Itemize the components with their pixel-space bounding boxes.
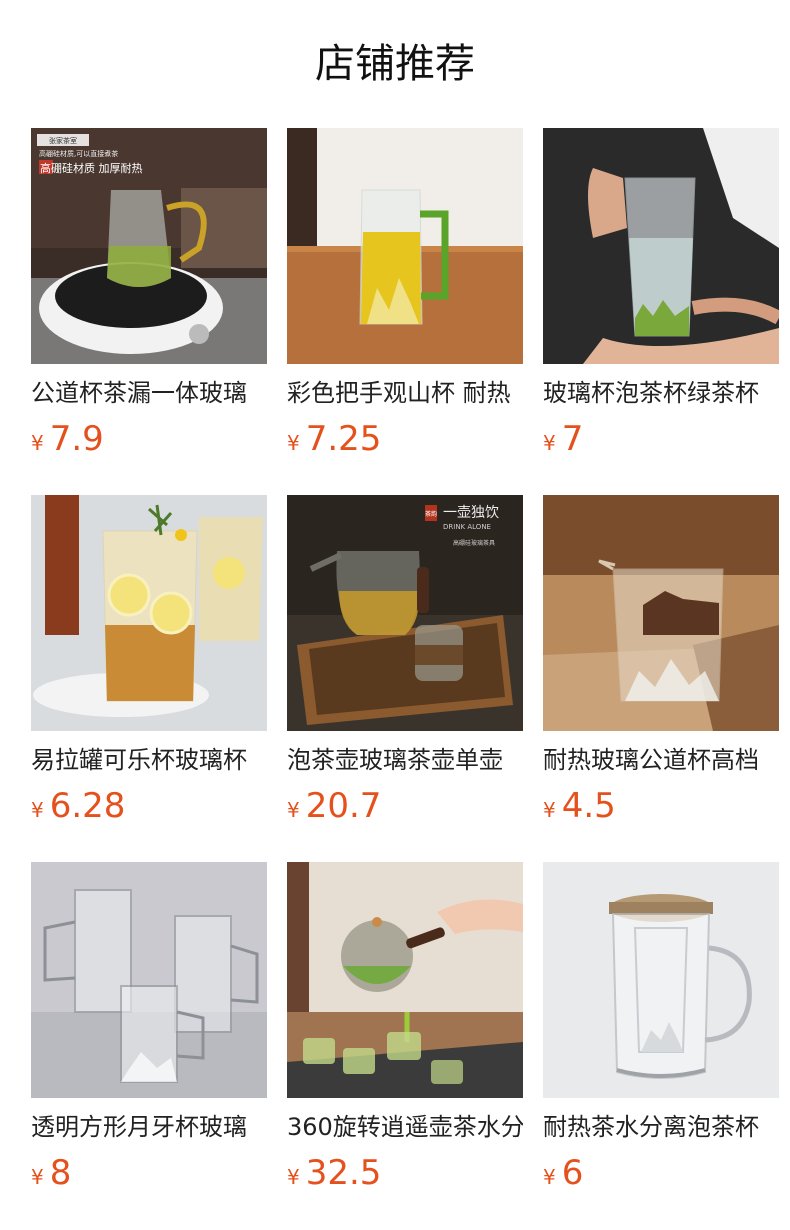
product-price: 7.25: [305, 419, 382, 459]
product-name[interactable]: 耐热茶水分离泡茶杯: [543, 1110, 779, 1146]
price-row: ¥6: [543, 1152, 779, 1194]
product-card[interactable]: 玻璃杯泡茶杯绿茶杯 ¥7: [543, 128, 779, 460]
product-card[interactable]: 张家茶室 高硼硅材质,可以直接煮茶 高硼硅材质 加厚耐热 公道杯茶漏一体玻璃 ¥…: [31, 128, 267, 460]
product-card[interactable]: 易拉罐可乐杯玻璃杯 ¥6.28: [31, 495, 267, 827]
product-name[interactable]: 易拉罐可乐杯玻璃杯: [31, 743, 267, 779]
product-price: 8: [49, 1153, 72, 1193]
product-image[interactable]: [287, 862, 523, 1098]
product-price: 4.5: [561, 786, 616, 826]
green-handle-mountain-cup-image: [287, 128, 523, 364]
currency-symbol: ¥: [543, 431, 556, 455]
product-image[interactable]: [31, 862, 267, 1098]
square-glass-pitchers-image: [31, 862, 267, 1098]
image-headline-text: 一壶独饮: [443, 505, 499, 521]
price-row: ¥7.25: [287, 418, 523, 460]
product-name[interactable]: 泡茶壶玻璃茶壶单壶: [287, 743, 523, 779]
image-caption-text: 高硼硅玻璃茶具: [453, 539, 495, 547]
price-row: ¥7.9: [31, 418, 267, 460]
currency-symbol: ¥: [31, 431, 44, 455]
product-price: 6.28: [49, 786, 126, 826]
price-row: ¥6.28: [31, 785, 267, 827]
product-name[interactable]: 360旋转逍遥壶茶水分: [287, 1110, 523, 1146]
product-card[interactable]: 耐热玻璃公道杯高档 ¥4.5: [543, 495, 779, 827]
price-row: ¥32.5: [287, 1152, 523, 1194]
product-card[interactable]: 360旋转逍遥壶茶水分 ¥32.5: [287, 862, 523, 1194]
product-price: 7: [561, 419, 584, 459]
product-image[interactable]: [31, 495, 267, 731]
price-row: ¥8: [31, 1152, 267, 1194]
product-name[interactable]: 公道杯茶漏一体玻璃: [31, 376, 267, 412]
lidded-tea-mug-image: [543, 862, 779, 1098]
currency-symbol: ¥: [543, 798, 556, 822]
product-image[interactable]: [543, 862, 779, 1098]
product-grid: 张家茶室 高硼硅材质,可以直接煮茶 高硼硅材质 加厚耐热 公道杯茶漏一体玻璃 ¥…: [0, 0, 790, 1230]
product-card[interactable]: 耐热茶水分离泡茶杯 ¥6: [543, 862, 779, 1194]
currency-symbol: ¥: [287, 431, 300, 455]
image-seal-text: 茶韵: [425, 510, 437, 518]
mountain-fair-cup-image: [543, 495, 779, 731]
image-subtitle-text: DRINK ALONE: [443, 523, 491, 531]
product-image[interactable]: [287, 128, 523, 364]
currency-symbol: ¥: [543, 1165, 556, 1189]
currency-symbol: ¥: [31, 798, 44, 822]
product-name[interactable]: 彩色把手观山杯 耐热: [287, 376, 523, 412]
product-image[interactable]: [543, 128, 779, 364]
product-name[interactable]: 玻璃杯泡茶杯绿茶杯: [543, 376, 779, 412]
currency-symbol: ¥: [31, 1165, 44, 1189]
currency-symbol: ¥: [287, 1165, 300, 1189]
product-price: 6: [561, 1153, 584, 1193]
product-image[interactable]: 张家茶室 高硼硅材质,可以直接煮茶 高硼硅材质 加厚耐热: [31, 128, 267, 364]
product-card[interactable]: 透明方形月牙杯玻璃 ¥8: [31, 862, 267, 1194]
glass-pitcher-on-stove-image: 张家茶室 高硼硅材质,可以直接煮茶 高硼硅材质 加厚耐热: [31, 128, 267, 364]
image-headline-text: 高硼硅材质 加厚耐热: [40, 161, 143, 175]
product-name[interactable]: 耐热玻璃公道杯高档: [543, 743, 779, 779]
image-caption-text: 高硼硅材质,可以直接煮茶: [39, 149, 118, 158]
price-row: ¥7: [543, 418, 779, 460]
price-row: ¥4.5: [543, 785, 779, 827]
lemon-soda-can-glass-image: [31, 495, 267, 731]
price-row: ¥20.7: [287, 785, 523, 827]
glass-teapot-set-image: 茶韵 一壶独饮 DRINK ALONE 高硼硅玻璃茶具: [287, 495, 523, 731]
image-badge-text: 张家茶室: [49, 136, 77, 145]
hand-holding-tea-glass-image: [543, 128, 779, 364]
product-card[interactable]: 彩色把手观山杯 耐热 ¥7.25: [287, 128, 523, 460]
product-price: 7.9: [49, 419, 104, 459]
product-price: 32.5: [305, 1153, 382, 1193]
product-price: 20.7: [305, 786, 382, 826]
product-image[interactable]: [543, 495, 779, 731]
product-card[interactable]: 茶韵 一壶独饮 DRINK ALONE 高硼硅玻璃茶具 泡茶壶玻璃茶壶单壶 ¥2…: [287, 495, 523, 827]
product-name[interactable]: 透明方形月牙杯玻璃: [31, 1110, 267, 1146]
pouring-teapot-image: [287, 862, 523, 1098]
currency-symbol: ¥: [287, 798, 300, 822]
product-image[interactable]: 茶韵 一壶独饮 DRINK ALONE 高硼硅玻璃茶具: [287, 495, 523, 731]
